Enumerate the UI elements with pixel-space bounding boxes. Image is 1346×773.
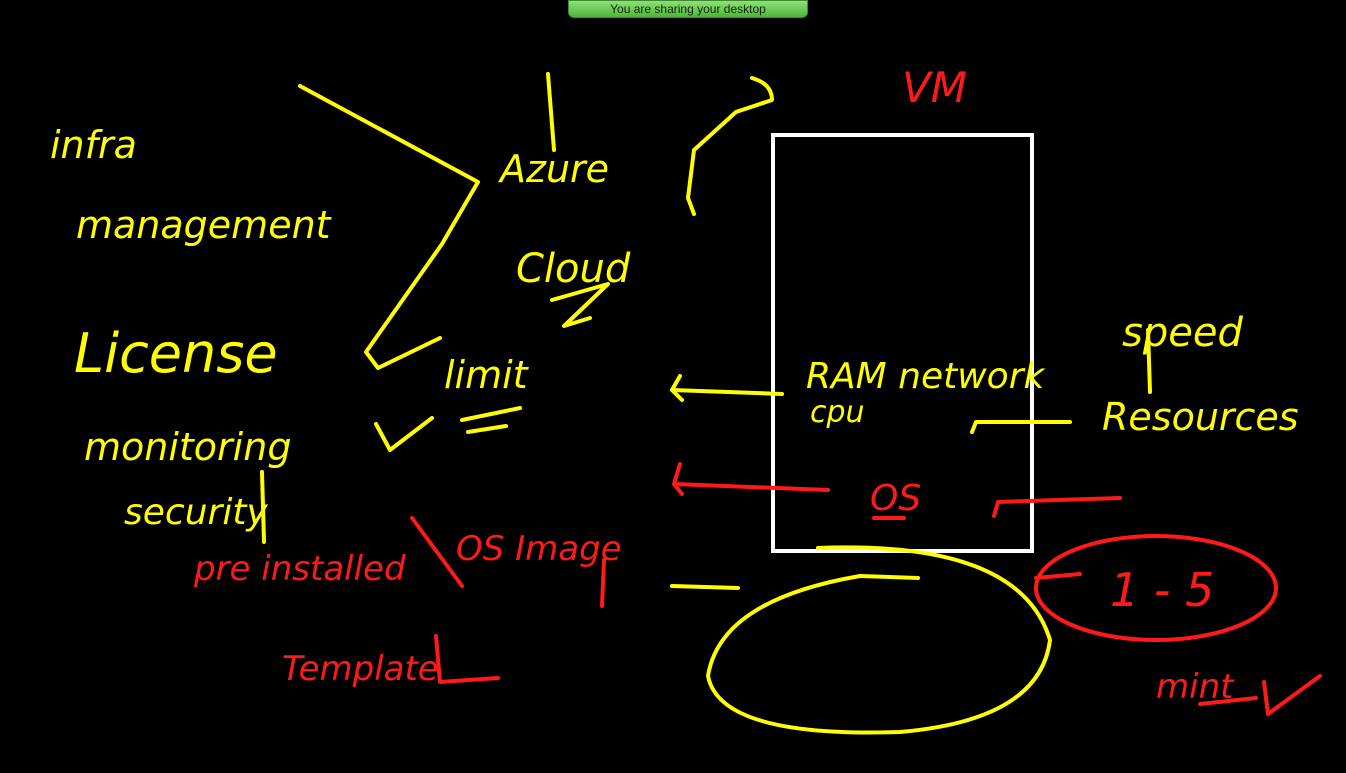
- note-os-image: OS Image: [456, 529, 622, 569]
- dash-stroke: [670, 584, 740, 590]
- label-os: OS: [870, 478, 921, 519]
- note-limit: limit: [444, 353, 530, 397]
- arrow-into-os: [992, 496, 1122, 518]
- curve-stroke: [686, 76, 774, 216]
- label-cpu: cpu: [810, 395, 865, 430]
- note-pre-installed: pre installed: [193, 549, 406, 589]
- range-arrow: [1034, 572, 1082, 580]
- azure-stroke: [546, 72, 556, 152]
- arrow-left-ram: [670, 374, 784, 402]
- os-image-stroke: [600, 558, 606, 608]
- arrow-resources: [970, 420, 1072, 434]
- note-security: security: [124, 492, 268, 533]
- underline-stroke: [460, 406, 522, 434]
- note-azure: Azure: [497, 147, 609, 191]
- screen-share-canvas: You are sharing your desktop VM infra ma…: [0, 0, 1346, 773]
- storage-oval: [706, 545, 1052, 735]
- slash-stroke: [410, 516, 464, 588]
- template-stroke: [434, 634, 500, 684]
- note-cloud: Cloud: [516, 246, 631, 292]
- note-management: management: [76, 203, 333, 247]
- label-ram-network: RAM network: [806, 356, 1046, 397]
- note-speed: speed: [1122, 310, 1243, 356]
- speed-stroke: [1146, 328, 1152, 394]
- tick-mark: [374, 416, 434, 452]
- whiteboard-drawing: VM infra management License monitoring s…: [50, 63, 1322, 735]
- vm-title: VM: [902, 63, 967, 112]
- note-infra: infra: [50, 123, 137, 167]
- note-template: Template: [282, 649, 439, 689]
- arrow-stroke: [260, 470, 266, 544]
- note-resources: Resources: [1102, 395, 1299, 439]
- note-monitoring: monitoring: [84, 425, 291, 469]
- arrow-left-os: [672, 462, 830, 496]
- note-license: License: [74, 322, 278, 385]
- mint-tick: [1262, 674, 1322, 716]
- note-range: 1 - 5: [1110, 563, 1214, 617]
